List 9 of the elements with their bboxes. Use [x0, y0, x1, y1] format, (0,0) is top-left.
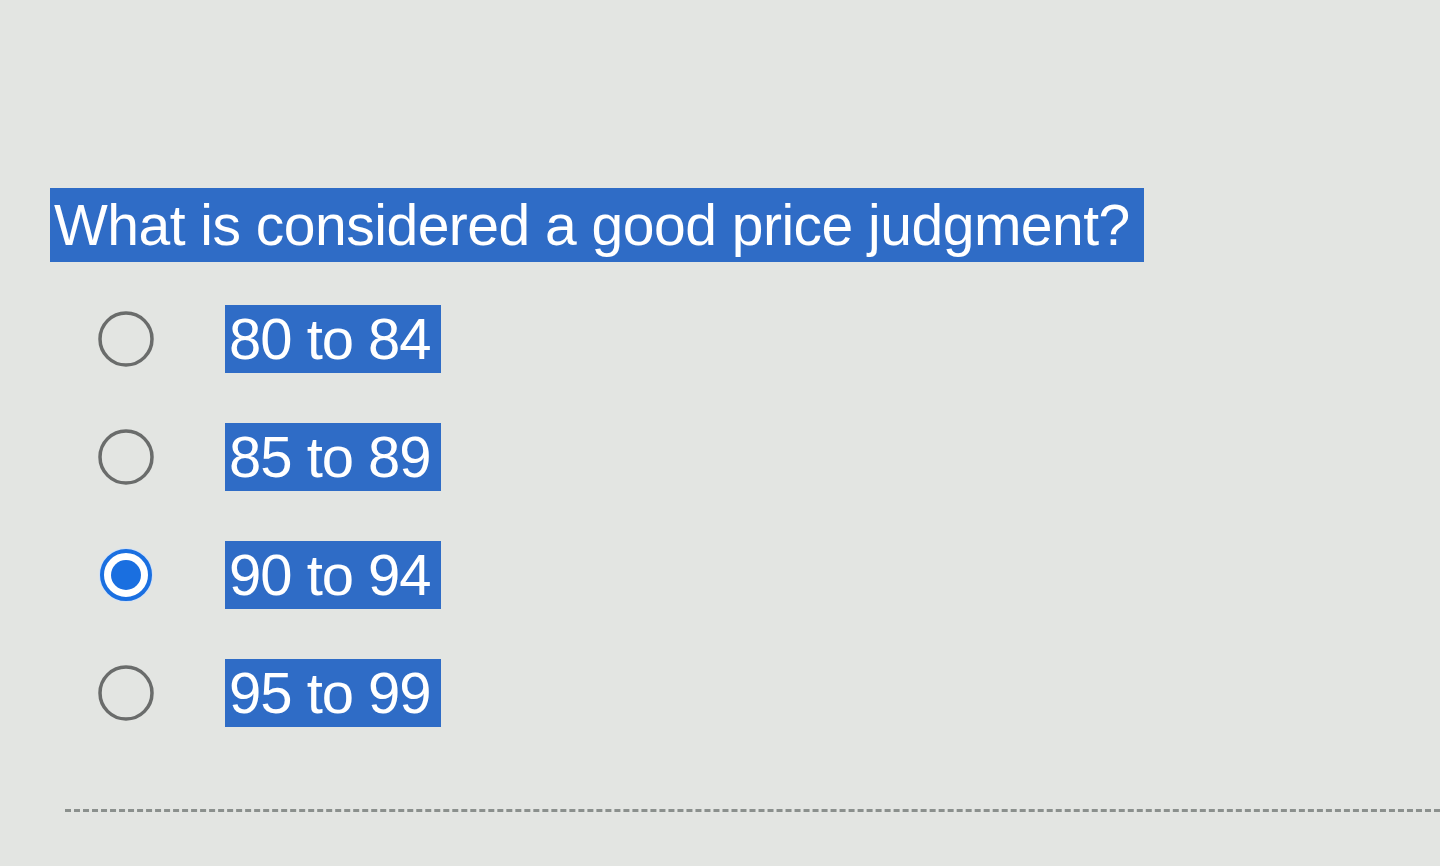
- option-label[interactable]: 80 to 84: [225, 305, 441, 373]
- question-text: What is considered a good price judgment?: [50, 188, 1144, 262]
- option-label[interactable]: 95 to 99: [225, 659, 441, 727]
- option-label[interactable]: 90 to 94: [225, 541, 441, 609]
- option-label[interactable]: 85 to 89: [225, 423, 441, 491]
- radio-button[interactable]: [97, 428, 155, 486]
- radio-button[interactable]: [97, 310, 155, 368]
- radio-button[interactable]: [97, 546, 155, 604]
- radio-button[interactable]: [97, 664, 155, 722]
